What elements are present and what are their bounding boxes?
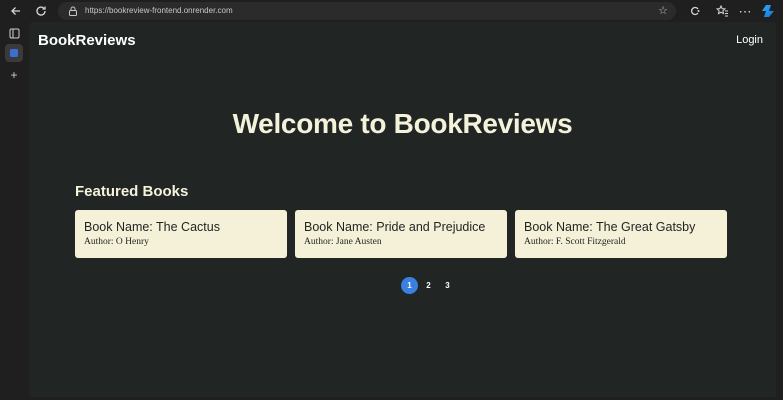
pagination: 1 2 3 (401, 276, 458, 294)
favorite-star-icon[interactable]: ☆ (658, 4, 668, 18)
copilot-icon[interactable] (761, 3, 777, 19)
book-card[interactable]: Book Name: The Cactus Author: O Henry (75, 210, 287, 258)
refresh-icon[interactable] (33, 3, 49, 19)
back-arrow-icon[interactable] (8, 3, 24, 19)
book-author: Author: F. Scott Fitzgerald (524, 237, 626, 247)
book-title: Book Name: Pride and Prejudice (304, 220, 486, 234)
active-tab-icon[interactable] (5, 44, 23, 62)
book-author: Author: O Henry (84, 237, 149, 247)
page-title: Welcome to BookReviews (232, 108, 573, 139)
page-viewport: BookReviews Login Welcome to BookReviews… (29, 22, 776, 397)
new-tab-plus-icon[interactable]: + (5, 66, 23, 84)
browser-toolbar: https://bookreview-frontend.onrender.com… (0, 0, 783, 22)
extensions-icon[interactable] (687, 3, 703, 19)
book-card[interactable]: Book Name: The Great Gatsby Author: F. S… (515, 210, 727, 258)
featured-books-heading: Featured Books (75, 183, 189, 200)
page-button-1[interactable]: 1 (401, 276, 418, 294)
lock-icon (69, 6, 77, 16)
book-author: Author: Jane Austen (304, 237, 382, 247)
favorites-icon[interactable] (714, 3, 730, 19)
more-options-icon[interactable]: ⋯ (737, 3, 753, 19)
tab-actions-icon[interactable] (5, 24, 23, 42)
scrollbar[interactable] (777, 22, 783, 400)
browser-sidebar: + (0, 22, 28, 400)
address-bar[interactable]: https://bookreview-frontend.onrender.com… (58, 2, 676, 20)
site-logo[interactable]: BookReviews (38, 32, 136, 49)
login-link[interactable]: Login (736, 34, 763, 46)
book-title: Book Name: The Great Gatsby (524, 220, 696, 234)
page-button-2[interactable]: 2 (420, 277, 437, 294)
page-button-3[interactable]: 3 (439, 277, 456, 294)
book-card[interactable]: Book Name: Pride and Prejudice Author: J… (295, 210, 507, 258)
book-title: Book Name: The Cactus (84, 220, 220, 234)
url-text[interactable]: https://bookreview-frontend.onrender.com (85, 5, 233, 17)
